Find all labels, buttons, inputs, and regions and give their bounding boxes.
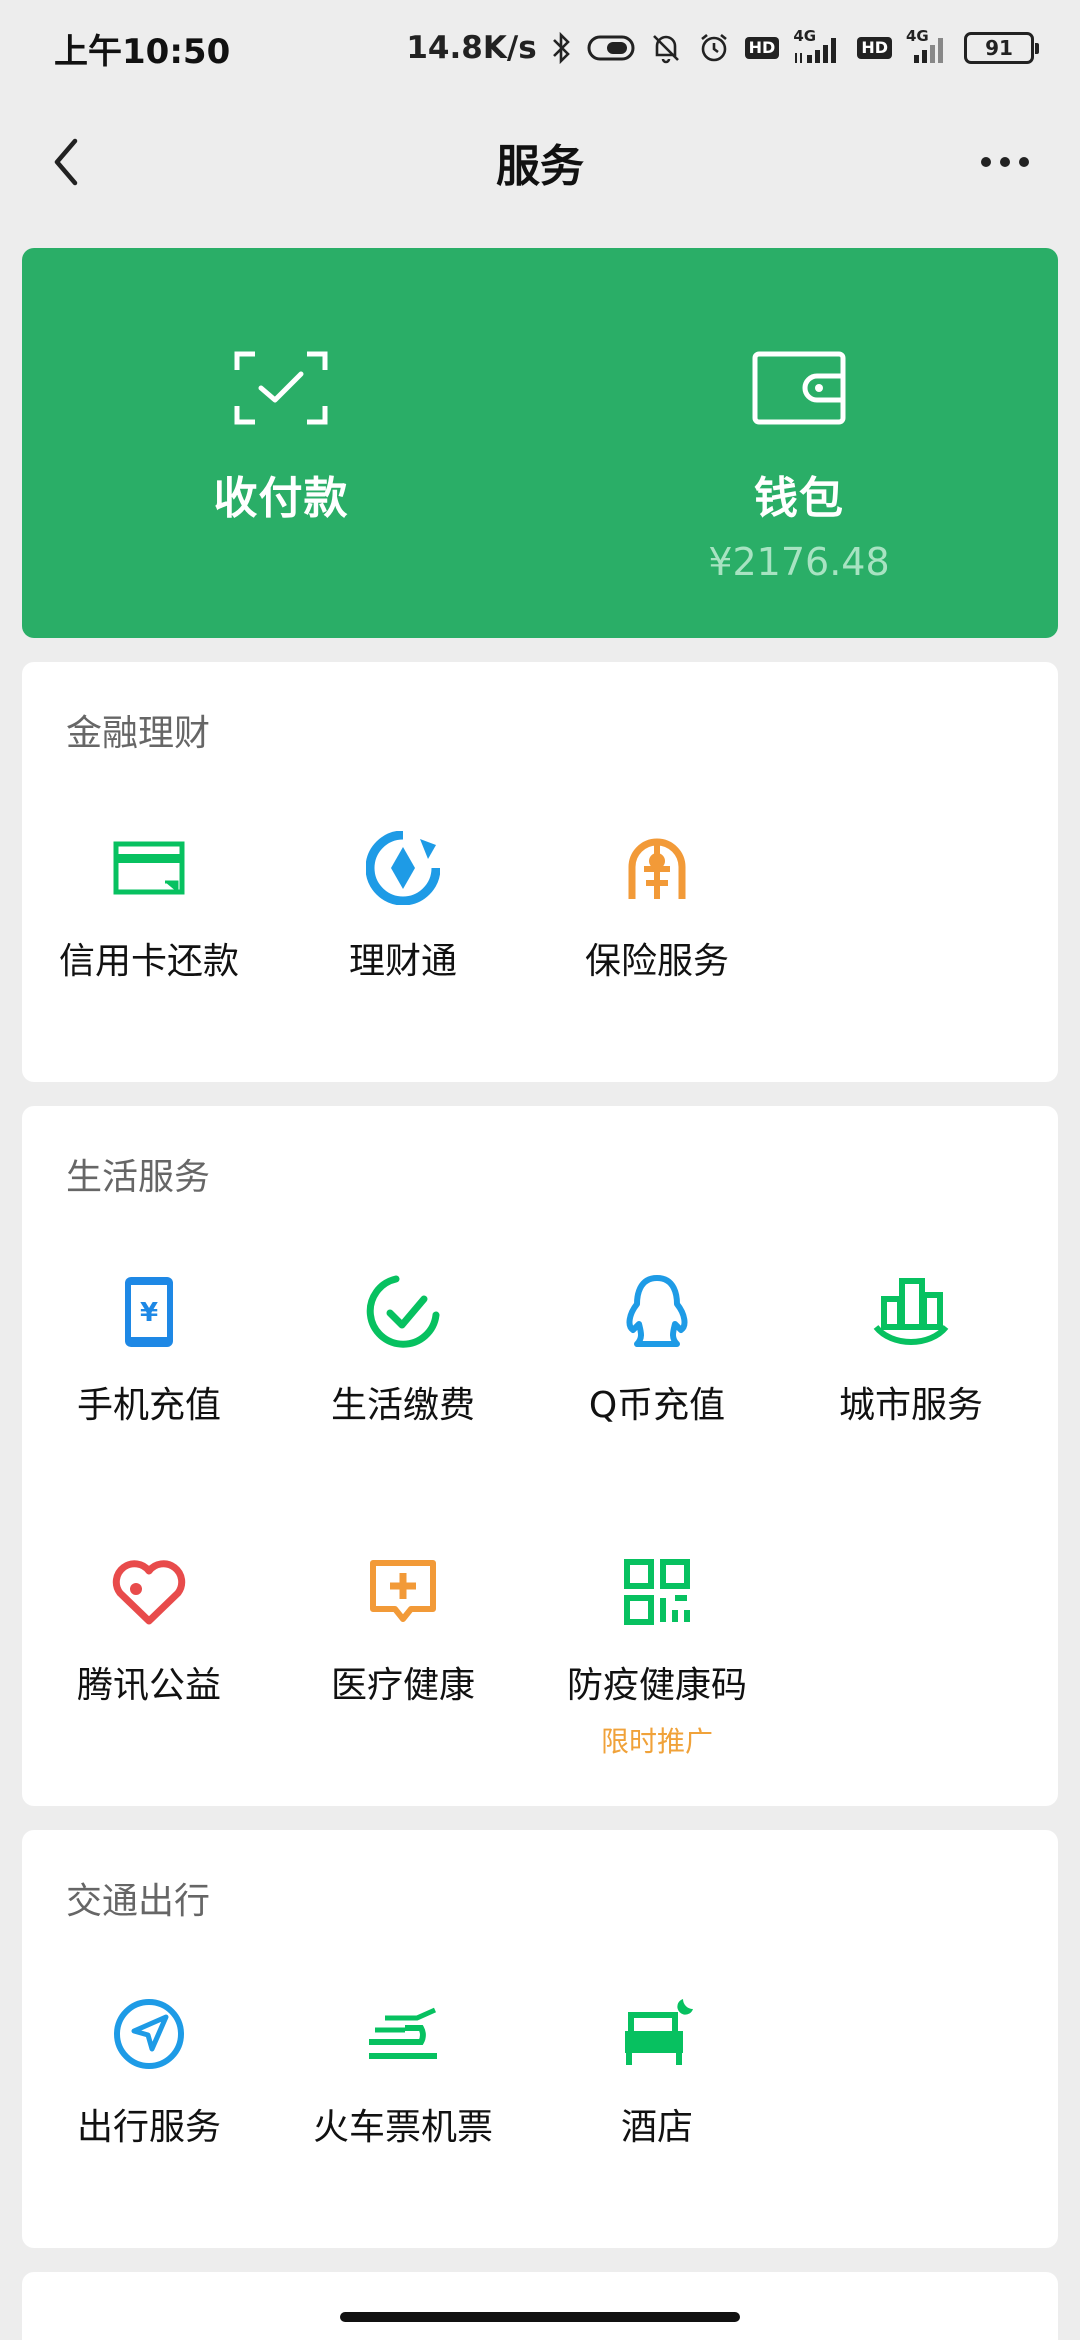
section-title: 生活服务 [66,1157,211,1198]
item-label: 出行服务 [76,2107,221,2148]
section-title: 金融理财 [66,713,211,754]
hd-badge: HD [744,37,780,59]
home-indicator[interactable] [340,2312,740,2322]
network-type-2: 4G [906,27,929,45]
nav-bar: 服务 [0,96,1080,228]
mute-bell-icon [649,31,683,65]
scan-check-icon [231,348,331,428]
qcoin-topup-button[interactable]: Q币充值 [530,1272,784,1492]
item-label: 城市服务 [838,1385,983,1426]
hotel-button[interactable]: 酒店 [530,1994,784,2214]
qr-code-icon [617,1552,697,1632]
phone-topup-button[interactable]: ¥ 手机充值 [22,1272,276,1492]
toggle-icon [587,34,635,62]
signal-icon: 4G [793,27,843,65]
utility-payment-icon [363,1272,443,1352]
qq-penguin-icon [617,1272,697,1352]
network-type: 4G [793,27,817,45]
item-label: 防疫健康码 [566,1665,747,1706]
page-title: 服务 [496,141,584,192]
wealth-icon [363,828,443,908]
insurance-icon [617,828,697,908]
svg-text:¥: ¥ [140,1298,158,1328]
item-label: Q币充值 [588,1385,726,1426]
travel-services-button[interactable]: 出行服务 [22,1994,276,2214]
item-label: 信用卡还款 [58,941,239,982]
pay-receive-label: 收付款 [213,473,349,524]
status-bar: 上午10:50 14.8K/s HD 4G HD 4G 91 [0,0,1080,96]
finance-section: 金融理财 信用卡还款 理财通 保险服务 [22,662,1058,1082]
phone-topup-icon: ¥ [109,1272,189,1352]
credit-card-repay-button[interactable]: 信用卡还款 [22,828,276,1048]
section-title: 交通出行 [66,1881,211,1922]
city-services-button[interactable]: 城市服务 [784,1272,1038,1492]
medical-health-button[interactable]: 医疗健康 [276,1552,530,1772]
insurance-button[interactable]: 保险服务 [530,828,784,1048]
payment-hero-card: 收付款 钱包 ¥2176.48 [22,248,1058,638]
item-label: 酒店 [620,2107,693,2148]
city-buildings-icon [871,1272,951,1352]
pay-receive-button[interactable]: 收付款 [22,248,540,638]
wallet-button[interactable]: 钱包 ¥2176.48 [540,248,1058,638]
charity-heart-icon [109,1552,189,1632]
more-options-icon[interactable] [970,144,1040,180]
hd-badge-2: HD [857,37,892,59]
utility-payment-button[interactable]: 生活缴费 [276,1272,530,1492]
item-label: 腾讯公益 [76,1665,221,1706]
transport-section: 交通出行 出行服务 火车票机票 酒店 [22,1830,1058,2248]
item-label: 医疗健康 [330,1665,475,1706]
wallet-icon [749,348,849,428]
item-label: 保险服务 [584,941,729,982]
network-speed: 14.8K/s [406,30,537,66]
item-label: 理财通 [348,941,457,982]
bluetooth-icon [551,31,573,65]
alarm-icon [697,31,731,65]
health-code-button[interactable]: 防疫健康码 限时推广 [530,1552,784,1772]
status-icons: 14.8K/s HD 4G HD 4G 91 [406,27,1039,66]
hotel-bed-icon [617,1994,697,2074]
medical-cross-icon [363,1552,443,1632]
item-label: 手机充值 [76,1385,221,1426]
navigation-icon [109,1994,189,2074]
credit-card-icon [109,828,189,908]
train-flight-button[interactable]: 火车票机票 [276,1994,530,2214]
train-plane-icon [363,1994,443,2074]
signal-icon-2: 4G [906,27,950,65]
battery-indicator: 91 [964,32,1039,64]
back-arrow-icon[interactable] [38,134,94,190]
status-time: 上午10:50 [54,31,231,72]
life-services-section: 生活服务 ¥ 手机充值 生活缴费 Q币充值 城市服务 腾讯公益 医疗健康 防疫健… [22,1106,1058,1806]
wealth-button[interactable]: 理财通 [276,828,530,1048]
wallet-balance: ¥2176.48 [708,540,890,584]
wallet-label: 钱包 [754,473,844,524]
item-label: 生活缴费 [330,1385,475,1426]
tencent-charity-button[interactable]: 腾讯公益 [22,1552,276,1772]
item-label: 火车票机票 [312,2107,493,2148]
promo-tag: 限时推广 [600,1725,713,1758]
next-section-peek [22,2272,1058,2340]
